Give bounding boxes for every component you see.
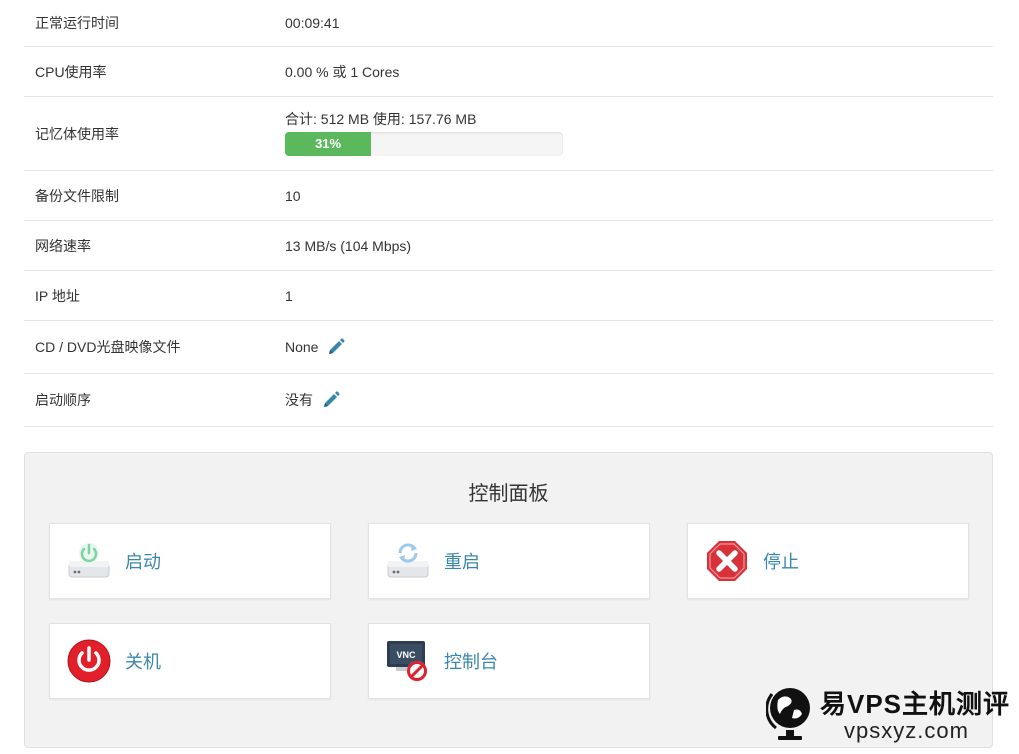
restart-button[interactable]: 重启 xyxy=(368,523,650,599)
backup-limit-value: 10 xyxy=(285,187,301,204)
memory-value: 合计: 512 MB 使用: 157.76 MB xyxy=(285,111,477,127)
globe-logo-icon xyxy=(765,684,812,744)
control-panel-title: 控制面板 xyxy=(468,483,549,505)
start-button-label: 启动 xyxy=(125,552,161,572)
shutdown-icon xyxy=(67,639,111,683)
uptime-value: 00:09:41 xyxy=(285,15,340,31)
backup-limit-label: 备份文件限制 xyxy=(35,187,119,204)
cpu-value: 0.00 % 或 1 Cores xyxy=(285,63,400,80)
ip-address-value: 1 xyxy=(285,287,293,304)
network-speed-label: 网络速率 xyxy=(35,237,91,254)
restart-drive-icon xyxy=(386,539,430,583)
console-button[interactable]: VNC 控制台 xyxy=(368,623,650,699)
memory-label: 记忆体使用率 xyxy=(35,125,119,142)
info-row-memory: 记忆体使用率 合计: 512 MB 使用: 157.76 MB 31% xyxy=(24,97,993,171)
memory-progress-bar: 31% xyxy=(285,132,563,156)
shutdown-button[interactable]: 关机 xyxy=(49,623,331,699)
watermark-brand: 易VPS主机测评 xyxy=(820,689,1011,719)
info-row-cpu: CPU使用率 0.00 % 或 1 Cores xyxy=(24,47,993,97)
edit-boot-order-pencil-icon[interactable] xyxy=(322,391,340,409)
info-row-boot-order: 启动顺序 没有 xyxy=(24,374,993,427)
info-row-cd-dvd-image: CD / DVD光盘映像文件 None xyxy=(24,321,993,374)
cpu-label: CPU使用率 xyxy=(35,63,107,80)
stop-icon xyxy=(705,539,749,583)
uptime-label: 正常运行时间 xyxy=(35,15,119,31)
console-button-label: 控制台 xyxy=(444,652,498,672)
vps-status-page: 正常运行时间 00:09:41 CPU使用率 0.00 % 或 1 Cores … xyxy=(0,0,1019,754)
cd-dvd-label: CD / DVD光盘映像文件 xyxy=(35,339,181,355)
svg-text:VNC: VNC xyxy=(396,650,416,660)
memory-progress-fill: 31% xyxy=(285,132,372,156)
start-button[interactable]: 启动 xyxy=(49,523,331,599)
ip-address-label: IP 地址 xyxy=(35,287,80,304)
stop-button[interactable]: 停止 xyxy=(687,523,969,599)
power-on-drive-icon xyxy=(67,539,111,583)
boot-order-label: 启动顺序 xyxy=(35,392,91,408)
restart-button-label: 重启 xyxy=(444,552,480,572)
info-row-backup-limit: 备份文件限制 10 xyxy=(24,171,993,221)
cd-dvd-value: None xyxy=(285,339,319,355)
info-row-network-speed: 网络速率 13 MB/s (104 Mbps) xyxy=(24,221,993,271)
edit-cd-dvd-pencil-icon[interactable] xyxy=(327,338,346,356)
stop-button-label: 停止 xyxy=(763,552,799,572)
vnc-console-icon: VNC xyxy=(386,639,430,683)
boot-order-value: 没有 xyxy=(285,392,313,408)
info-row-uptime: 正常运行时间 00:09:41 xyxy=(24,0,993,47)
watermark-url: vpsxyz.com xyxy=(844,718,969,743)
info-row-ip-address: IP 地址 1 xyxy=(24,271,993,321)
network-speed-value: 13 MB/s (104 Mbps) xyxy=(285,237,412,254)
shutdown-button-label: 关机 xyxy=(125,652,161,672)
watermark: 易VPS主机测评 vpsxyz.com xyxy=(765,682,1016,752)
server-info-table: 正常运行时间 00:09:41 CPU使用率 0.00 % 或 1 Cores … xyxy=(24,0,993,427)
